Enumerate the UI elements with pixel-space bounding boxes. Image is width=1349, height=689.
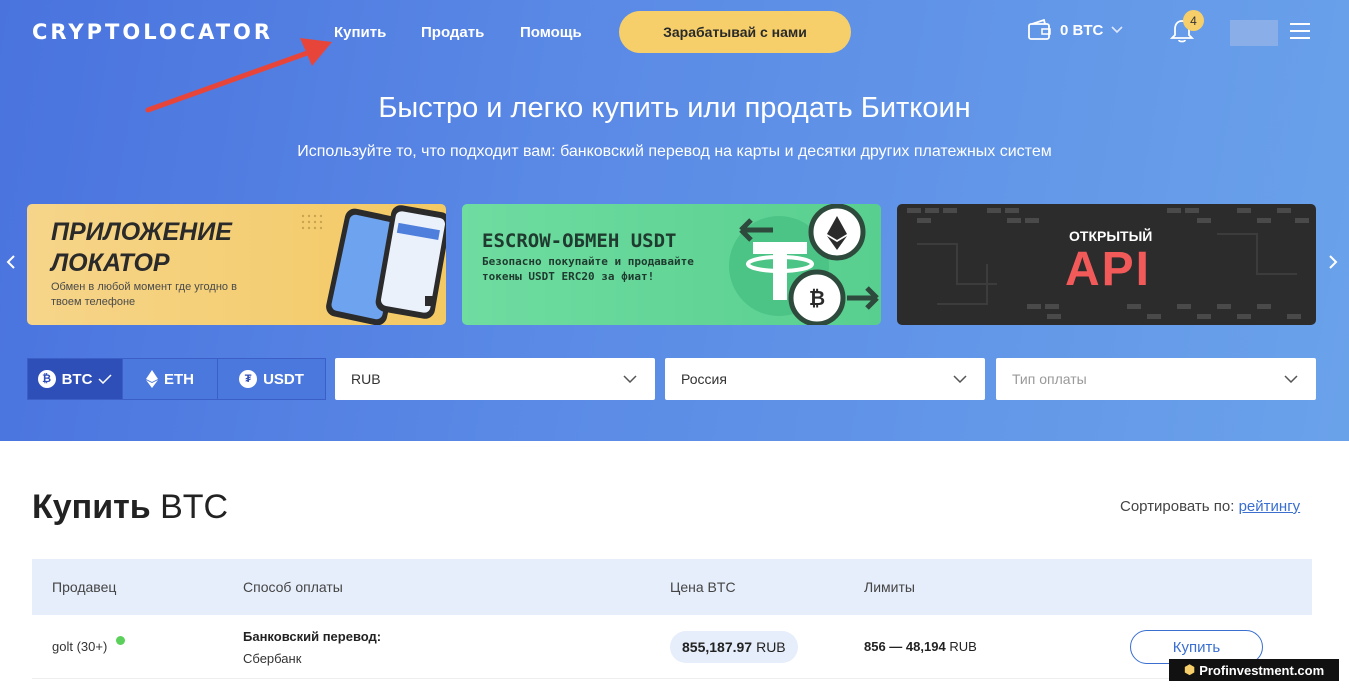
wallet-balance[interactable]: 0 BTC xyxy=(1028,19,1123,41)
sort-control: Сортировать по: рейтингу xyxy=(1120,498,1300,515)
header-payment-method: Способ оплаты xyxy=(243,579,343,595)
hero-banner: CRYPTOLOCATOR Купить Продать Помощь Зара… xyxy=(0,0,1349,441)
slide-api-big: API xyxy=(1065,243,1152,296)
menu-icon[interactable] xyxy=(1290,23,1310,39)
watermark: ⬢ Profinvestment.com xyxy=(1169,659,1339,681)
header-price: Цена BTC xyxy=(670,579,736,595)
payment-bank: Сбербанк xyxy=(243,651,302,666)
table-header: Продавец Способ оплаты Цена BTC Лимиты xyxy=(32,559,1312,615)
coin-tab-eth[interactable]: ETH xyxy=(123,359,218,399)
slide-locator-line1: ПРИЛОЖЕНИЕ xyxy=(51,218,232,246)
chevron-down-icon xyxy=(1284,375,1298,383)
coin-tab-usdt-label: USDT xyxy=(263,370,304,388)
chevron-down-icon xyxy=(1111,26,1123,34)
section-title: Купить BTC xyxy=(32,488,228,527)
limits-currency: RUB xyxy=(949,639,977,654)
nav-buy[interactable]: Купить xyxy=(334,24,386,41)
sort-label: Сортировать по: xyxy=(1120,498,1235,515)
earn-with-us-button[interactable]: Зарабатывай с нами xyxy=(619,11,851,53)
slide-escrow-title: ESCROW-ОБМЕН USDT xyxy=(482,230,677,252)
wallet-icon xyxy=(1028,19,1051,40)
crypto-exchange-illustration: ₿ xyxy=(729,204,879,325)
coin-tab-usdt[interactable]: ₮ USDT xyxy=(218,359,325,399)
slide-locator-app[interactable]: ПРИЛОЖЕНИЕ ЛОКАТОР Обмен в любой момент … xyxy=(27,204,446,325)
wallet-balance-value: 0 BTC xyxy=(1060,21,1104,39)
payment-method: Банковский перевод: xyxy=(243,629,382,644)
section-title-bold: Купить xyxy=(32,488,151,526)
section-title-rest: BTC xyxy=(160,488,229,526)
slide-locator-line2: ЛОКАТОР xyxy=(51,249,170,277)
chevron-down-icon xyxy=(953,375,967,383)
notification-badge: 4 xyxy=(1183,10,1204,31)
sort-by-rating-link[interactable]: рейтингу xyxy=(1239,498,1301,515)
currency-select[interactable]: RUB xyxy=(335,358,655,400)
phone-illustration xyxy=(301,205,446,325)
hero-subtitle: Используйте то, что подходит вам: банков… xyxy=(297,143,1052,160)
ethereum-icon xyxy=(146,370,158,388)
limits-value: 856 — 48,194 xyxy=(864,639,946,654)
avatar[interactable] xyxy=(1230,20,1278,46)
hero-title: Быстро и легко купить или продать Биткои… xyxy=(378,92,971,124)
currency-select-value: RUB xyxy=(351,371,381,387)
limits: 856 — 48,194 RUB xyxy=(864,639,977,654)
chevron-right-icon[interactable] xyxy=(1326,255,1340,269)
chevron-down-icon xyxy=(623,375,637,383)
payment-type-placeholder: Тип оплаты xyxy=(1012,371,1087,387)
coin-tab-eth-label: ETH xyxy=(164,370,194,388)
price-currency: RUB xyxy=(756,639,786,655)
tether-icon: ₮ xyxy=(239,370,258,388)
nav-sell[interactable]: Продать xyxy=(421,24,484,41)
header-seller: Продавец xyxy=(52,579,117,595)
slide-escrow-text: Безопасно покупайте и продавайте токены … xyxy=(482,255,694,283)
price-value: 855,187.97 xyxy=(682,639,753,655)
payment-type-select[interactable]: Тип оплаты xyxy=(996,358,1316,400)
bitcoin-icon: ₿ xyxy=(37,370,56,388)
country-select[interactable]: Россия xyxy=(665,358,985,400)
country-select-value: Россия xyxy=(681,371,727,387)
svg-text:₿: ₿ xyxy=(809,288,825,310)
coin-tab-btc[interactable]: ₿ BTC xyxy=(28,359,123,399)
price-badge: 855,187.97 RUB xyxy=(670,631,798,663)
watermark-text: Profinvestment.com xyxy=(1199,662,1325,678)
coin-tab-btc-label: BTC xyxy=(61,370,93,388)
nav-help[interactable]: Помощь xyxy=(520,24,582,41)
slide-open-api[interactable]: ОТКРЫТЫЙ API xyxy=(897,204,1316,325)
coin-selector: ₿ BTC ETH ₮ USDT xyxy=(27,358,326,400)
header-limits: Лимиты xyxy=(864,579,915,595)
table-row: golt (30+) Банковский перевод: Сбербанк … xyxy=(32,615,1312,679)
chevron-left-icon[interactable] xyxy=(4,255,18,269)
slide-escrow-usdt[interactable]: ESCROW-ОБМЕН USDT Безопасно покупайте и … xyxy=(462,204,881,325)
online-status-dot xyxy=(116,636,125,645)
check-icon xyxy=(98,374,112,384)
watermark-logo-icon: ⬢ xyxy=(1183,662,1196,677)
slide-locator-text: Обмен в любой момент где угодно в твоем … xyxy=(51,281,237,308)
seller-name[interactable]: golt (30+) xyxy=(52,639,107,654)
